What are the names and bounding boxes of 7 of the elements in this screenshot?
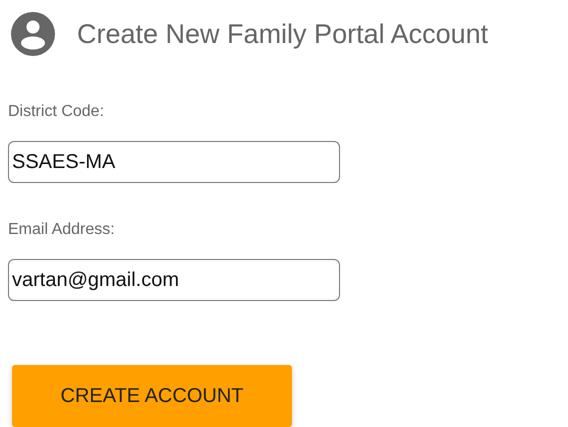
text-field[interactable]: vartan@gmail.com <box>8 259 340 301</box>
field-label: District Code: <box>8 103 106 121</box>
field-label: Email Address: <box>8 221 116 239</box>
page-title: Create New Family Portal Account <box>77 18 488 50</box>
text-field[interactable]: SSAES-MA <box>8 141 340 183</box>
user-icon <box>11 12 55 56</box>
create-account-button[interactable]: CREATE ACCOUNT <box>12 365 292 427</box>
